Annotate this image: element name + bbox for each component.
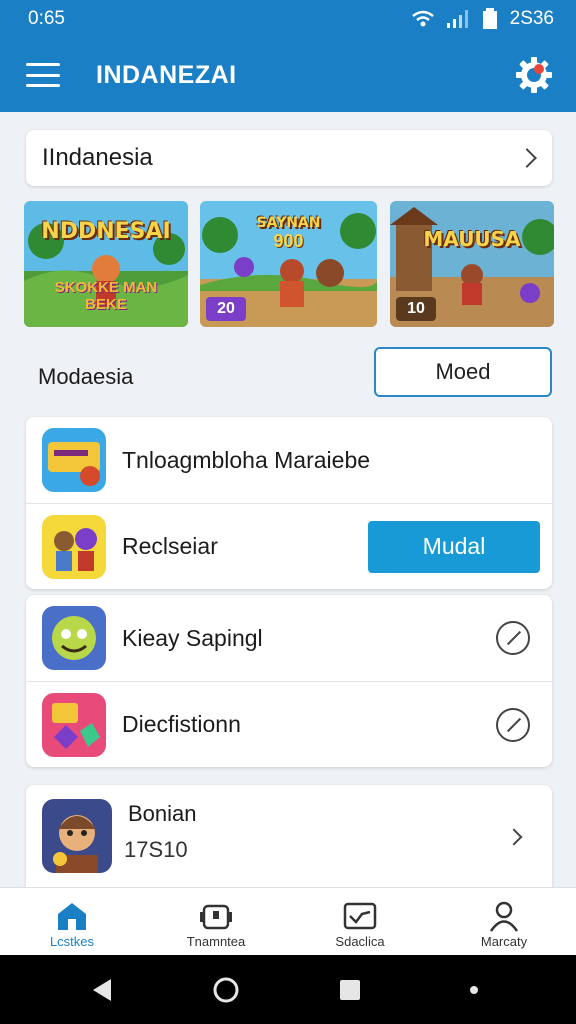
status-time: 0:65 [28,8,65,29]
list-item-label: Reclseiar [122,533,218,559]
app-list-1: Tnloagmbloha Maraiebe Reclseiar Mudal [26,417,552,589]
nav-home-label: Lcstkes [49,934,95,949]
settings-icon[interactable] [514,55,554,95]
robot-icon [200,904,232,930]
gems-icon [42,692,106,757]
banner-2[interactable]: SAYNAN 900 20 [200,201,377,327]
list-item-label: Kieay Sapingl [122,624,263,651]
region-selector[interactable]: IIndanesia [26,130,552,186]
banner-2-subtitle: 900 [273,231,304,251]
list-item-label: Tnloagmbloha Maraiebe [122,446,371,473]
list-item[interactable]: Reclseiar Mudal [26,503,552,589]
nav-chart-label: Sdaclica [335,934,385,949]
list-item[interactable]: Kieay Sapingl [26,595,552,681]
home-circle-icon[interactable] [206,970,246,1010]
game-icon [42,428,106,492]
back-icon[interactable] [82,970,122,1010]
banner-2-title: SAYNAN [256,215,321,231]
banner-3-badge: 10 [396,297,436,321]
recents-icon[interactable] [330,970,370,1010]
battery-level: 2S36 [509,8,554,29]
menu-icon[interactable] [26,63,60,87]
bottom-nav: Lcstkes Tnamntea Sdaclica Marcaty [0,887,576,955]
featured-item-title: Bonian [128,801,197,826]
region-label: IIndanesia [42,144,153,171]
dot-icon[interactable] [454,970,494,1010]
banner-3-title: MAUUSA [423,227,521,251]
wifi-icon [411,10,434,27]
nav-chart[interactable]: Sdaclica [288,888,432,955]
circle-slash-icon[interactable] [496,707,530,742]
featured-item[interactable]: Bonian 17S10 [26,785,552,895]
featured-item-subtitle: 17S10 [124,837,188,862]
characters-icon [42,514,106,579]
banner-1[interactable]: NDDNESAI SKOKKE MAN BEKE [24,201,188,327]
nav-robot-label: Tnamntea [186,934,246,949]
nav-home[interactable]: Lcstkes [0,888,144,955]
banner-1-footer: SKOKKE MAN BEKE [54,279,158,313]
list-item-label: Diecfistionn [122,711,241,737]
banner-1-title: NDDNESAI [41,219,171,244]
battery-icon [482,8,497,29]
chart-icon [343,902,377,930]
nav-profile[interactable]: Marcaty [432,888,576,955]
signal-icon [446,10,468,28]
mode-button[interactable]: Moed [374,347,552,397]
app-bar: INDANEZAI [0,38,576,112]
nav-robot[interactable]: Tnamntea [144,888,288,955]
banner-carousel: NDDNESAI SKOKKE MAN BEKE SAYNAN 900 20 M… [24,201,554,327]
section-title: Modaesia [38,364,134,389]
nav-profile-label: Marcaty [480,934,528,949]
chevron-right-icon [517,148,537,168]
circle-slash-icon[interactable] [496,621,530,655]
list-item[interactable]: Tnloagmbloha Maraiebe [26,417,552,503]
banner-3[interactable]: MAUUSA 10 [390,201,554,327]
system-nav-bar [0,955,576,1024]
home-icon [58,903,86,930]
banner-2-badge: 20 [206,297,246,321]
avatar-icon [42,799,112,873]
list-item[interactable]: Diecfistionn [26,681,552,767]
status-bar: 0:65 2S36 [0,0,576,38]
mudal-button[interactable]: Mudal [368,520,540,573]
app-list-2: Kieay Sapingl Diecfistionn [26,595,552,767]
status-icons: 2S36 [411,8,554,30]
app-title: INDANEZAI [96,60,237,89]
face-icon [42,606,106,670]
person-icon [489,901,519,932]
chevron-right-icon [505,828,523,846]
